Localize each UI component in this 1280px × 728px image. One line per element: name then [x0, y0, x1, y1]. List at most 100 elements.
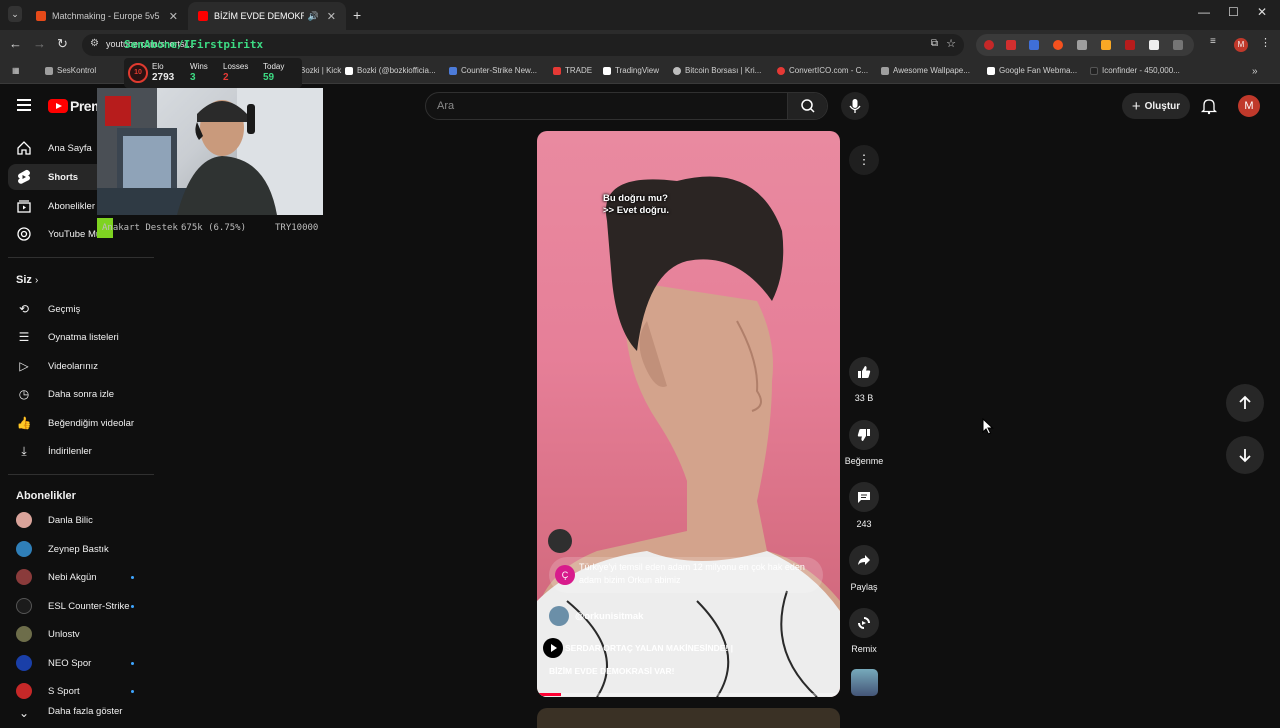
- channel-name[interactable]: @orkunisitmak: [575, 611, 643, 622]
- section-heading-label: Siz: [16, 274, 32, 286]
- maximize-button[interactable]: ☐: [1228, 5, 1239, 19]
- more-bookmarks-icon[interactable]: »: [1252, 66, 1258, 77]
- caption-line: Bu doğru mu?: [603, 193, 668, 204]
- channel-avatar[interactable]: [549, 606, 569, 626]
- bookmark-item[interactable]: SesKontrol: [45, 66, 96, 75]
- bookmark-item[interactable]: Bitcoin Borsası | Kri...: [673, 66, 761, 75]
- stat-label: Elo: [152, 62, 164, 71]
- comments-button[interactable]: [849, 482, 879, 512]
- you-section-heading[interactable]: Siz ›: [16, 274, 38, 286]
- extension-icon[interactable]: [1006, 40, 1016, 50]
- bookmark-item[interactable]: Iconfinder - 450,000...: [1090, 66, 1180, 75]
- bookmark-item[interactable]: Bozki | Kick: [300, 66, 341, 75]
- dislike-button[interactable]: [849, 420, 879, 450]
- extension-icon[interactable]: [1029, 40, 1039, 50]
- close-icon[interactable]: ✕: [169, 10, 178, 23]
- extension-icon[interactable]: [1053, 40, 1063, 50]
- bookmark-item[interactable]: Google Fan Webma...: [987, 66, 1077, 75]
- share-label: Paylaş: [850, 582, 878, 592]
- sidebar-item-label: Abonelikler: [48, 200, 95, 212]
- bookmark-item[interactable]: ConvertICO.com - C...: [777, 66, 868, 75]
- sidebar-sub-item[interactable]: Unlostv: [8, 621, 152, 647]
- voice-search-button[interactable]: [841, 92, 869, 120]
- new-tab-button[interactable]: +: [353, 7, 361, 23]
- search-button[interactable]: [787, 93, 827, 119]
- sidebar-item-liked[interactable]: 👍 Beğendiğim videolar: [8, 410, 152, 436]
- create-button[interactable]: + Oluştur: [1122, 93, 1190, 119]
- speaker-icon[interactable]: 🔊: [308, 11, 319, 22]
- related-video-link[interactable]: SERDAR ORTAÇ YALAN MAKİNESİNDE! |: [543, 638, 733, 658]
- tab-matchmaking[interactable]: Matchmaking - Europe 5v5 Qu ✕: [26, 2, 188, 30]
- subscription-avatar: [8, 512, 40, 528]
- share-button[interactable]: [849, 545, 879, 575]
- tab-youtube-short[interactable]: BİZİM EVDE DEMOKRASİ VAR! 🔊 ✕: [188, 2, 346, 30]
- bookmark-label: Bitcoin Borsası | Kri...: [685, 66, 762, 75]
- sidebar-sub-item[interactable]: Zeynep Bastık: [8, 536, 152, 562]
- subscription-avatar: [8, 683, 40, 699]
- sidebar-sub-item[interactable]: Danla Bilic: [8, 507, 152, 533]
- next-short-button[interactable]: [1226, 436, 1264, 474]
- tiktok-icon: [345, 66, 353, 75]
- extension-icon[interactable]: [984, 40, 994, 50]
- sidebar-item-label: Geçmiş: [48, 303, 81, 315]
- channel-info[interactable]: @orkunisitmak: [549, 606, 643, 626]
- youtube-logo[interactable]: Prem: [48, 98, 104, 114]
- sidebar-item-downloads[interactable]: ⤓ İndirilenler: [8, 438, 152, 464]
- profile-avatar[interactable]: M: [1234, 38, 1248, 52]
- sidebar-item-history[interactable]: ⟲ Geçmiş: [8, 296, 152, 322]
- sidebar-sub-item[interactable]: Nebi Akgün: [8, 564, 152, 590]
- sidebar-item-watch-later[interactable]: ◷ Daha sonra izle: [8, 381, 152, 407]
- extension-icon[interactable]: [1101, 40, 1111, 50]
- stat-label: Losses: [223, 62, 249, 71]
- remix-button[interactable]: [849, 608, 879, 638]
- next-short-preview[interactable]: [537, 708, 840, 728]
- like-button[interactable]: [849, 357, 879, 387]
- sidebar-sub-item[interactable]: ESL Counter-Strike: [8, 593, 152, 619]
- more-options-button[interactable]: ⋮: [849, 145, 879, 175]
- bookmark-item[interactable]: Awesome Wallpape...: [881, 66, 970, 75]
- extension-icon[interactable]: [1149, 40, 1159, 50]
- extensions-puzzle-icon[interactable]: [1173, 40, 1183, 50]
- tradingview-icon: [603, 66, 611, 75]
- goal-target: TRY10000: [275, 223, 319, 233]
- close-icon[interactable]: ✕: [327, 10, 336, 23]
- site-info-icon[interactable]: ⚙: [90, 38, 99, 49]
- bookmark-item[interactable]: Counter-Strike New...: [449, 66, 537, 75]
- menu-hamburger-icon[interactable]: [17, 99, 31, 111]
- channel-avatar: [16, 512, 32, 528]
- bookmark-item[interactable]: Bozki (@bozkiofficia...: [345, 66, 436, 75]
- account-avatar[interactable]: M: [1238, 95, 1260, 117]
- previous-short-button[interactable]: [1226, 384, 1264, 422]
- minimize-button[interactable]: —: [1198, 5, 1210, 19]
- tab-search-button[interactable]: ⌄: [8, 6, 22, 22]
- extension-icon[interactable]: [1077, 40, 1087, 50]
- bookmark-item[interactable]: TRADE: [553, 66, 592, 75]
- sidebar-item-your-videos[interactable]: ▷ Videolarınız: [8, 353, 152, 379]
- search-input[interactable]: [426, 93, 786, 119]
- reload-icon[interactable]: ↻: [57, 36, 68, 52]
- search-icon: [801, 99, 815, 113]
- bookmark-label: Google Fan Webma...: [999, 66, 1078, 75]
- forward-icon[interactable]: →: [33, 36, 46, 51]
- thumbs-up-icon: [858, 366, 871, 378]
- apps-grid-icon[interactable]: ▦: [12, 66, 20, 75]
- bookmark-item[interactable]: TradingView: [603, 66, 659, 75]
- back-icon[interactable]: ←: [9, 36, 22, 51]
- video-progress-bar[interactable]: [537, 693, 840, 696]
- share-icon: [858, 555, 870, 565]
- sidebar-sub-item[interactable]: NEO Spor: [8, 650, 152, 676]
- iconfinder-icon: [1090, 66, 1098, 75]
- sidebar-item-label: ESL Counter-Strike: [48, 600, 130, 612]
- menu-kebab-icon[interactable]: ⋮: [1260, 36, 1271, 49]
- close-window-button[interactable]: ✕: [1257, 5, 1267, 19]
- extension-icon[interactable]: [1125, 40, 1135, 50]
- media-control-icon[interactable]: ≡: [1210, 36, 1216, 47]
- bookmark-star-icon[interactable]: ☆: [946, 37, 956, 50]
- install-icon[interactable]: ⧉: [931, 38, 938, 49]
- original-sound-thumbnail[interactable]: [851, 669, 878, 696]
- stat-label: Wins: [190, 62, 208, 71]
- notifications-button[interactable]: [1200, 97, 1218, 120]
- sidebar-sub-item[interactable]: S Sport: [8, 678, 152, 704]
- pinned-comment[interactable]: Ç Türkiye'yi temsil eden adam 12 milyonu…: [549, 557, 823, 593]
- sidebar-item-playlists[interactable]: ☰ Oynatma listeleri: [8, 324, 152, 350]
